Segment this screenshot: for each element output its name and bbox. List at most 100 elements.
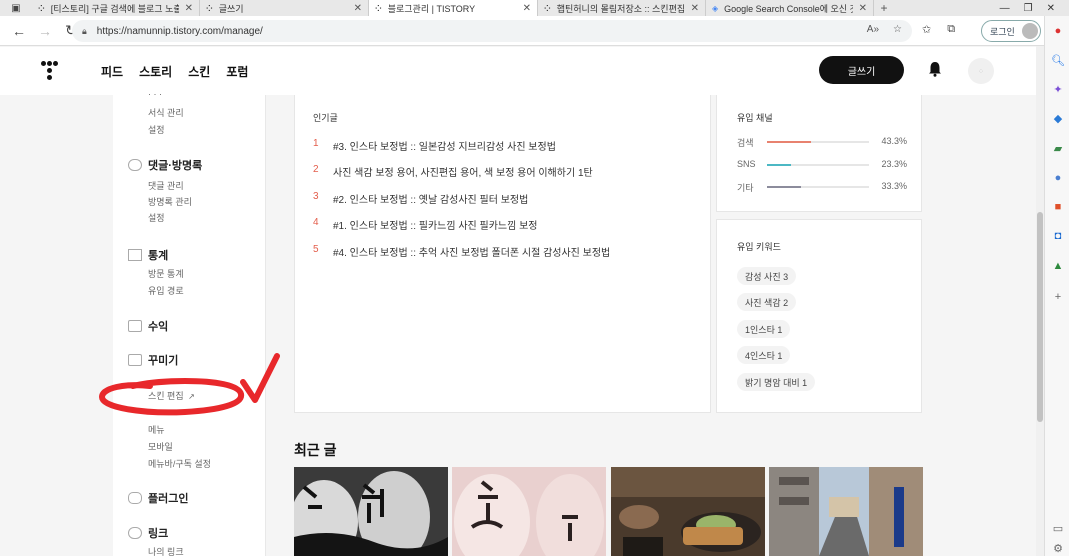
sidebar-item-menubar[interactable]: 메뉴바/구독 설정: [148, 457, 211, 470]
inflow-keyword-card: 유입 키워드 감성 사진 3 사진 색감 2 1인스타 1 4인스타 1 밝기 …: [716, 219, 922, 413]
close-icon[interactable]: ✕: [691, 3, 699, 14]
write-button[interactable]: 글쓰기: [819, 56, 904, 84]
sidebar-section-decorate[interactable]: 꾸미기: [128, 352, 178, 368]
sidebar-item-menu[interactable]: 메뉴: [148, 423, 165, 436]
keyword-chip[interactable]: 감성 사진 3: [737, 267, 797, 285]
sidebar-item-cutoff[interactable]: · · ·: [148, 89, 162, 99]
split-screen-icon[interactable]: ▭: [1051, 522, 1065, 536]
sidebar-item-comment-settings[interactable]: 설정: [148, 211, 165, 224]
browser-tab-3[interactable]: ⁘ 블로그관리 | TISTORY ✕: [369, 0, 538, 16]
collections-icon[interactable]: ⧉: [947, 23, 955, 36]
sidebar-section-comments[interactable]: 댓글·방명록: [128, 157, 202, 173]
recent-post-thumbnail[interactable]: [452, 467, 606, 556]
new-tab-icon[interactable]: +: [874, 0, 894, 16]
photo-bottles-pink: [452, 467, 606, 556]
read-aloud-icon[interactable]: A»: [867, 24, 879, 35]
forward-icon[interactable]: →: [32, 23, 58, 39]
sidebar-item-comment-manage[interactable]: 댓글 관리: [148, 179, 184, 192]
sidebar-section-revenue[interactable]: 수익: [128, 318, 168, 334]
tistory-favicon-icon: ⁘: [206, 3, 213, 13]
outlook-icon[interactable]: ◘: [1051, 229, 1065, 243]
photo-food: [611, 467, 765, 556]
keyword-chip[interactable]: 4인스타 1: [737, 346, 791, 364]
nav-story[interactable]: 스토리: [139, 63, 172, 80]
recent-post-thumbnail[interactable]: [769, 467, 923, 556]
popular-post-item[interactable]: 3 #2. 인스타 보정법 :: 옛날 감성사진 필터 보정법: [313, 191, 528, 206]
sidebar-item-guestbook-manage[interactable]: 방명록 관리: [148, 195, 192, 208]
sidebar-item-referrer[interactable]: 유입 경로: [148, 284, 184, 297]
channel-percent: 33.3%: [881, 181, 907, 191]
popular-post-item[interactable]: 2 사진 색감 보정 용어, 사진편집 용어, 색 보정 용어 이해하기 1탄: [313, 164, 593, 179]
bell-icon[interactable]: [928, 61, 942, 77]
chart-icon: [128, 249, 142, 261]
browser-tab-5[interactable]: ◈ Google Search Console에 오신 것 ✕: [706, 0, 874, 16]
recent-post-thumbnail[interactable]: [294, 467, 448, 556]
tools-icon[interactable]: ▰: [1051, 142, 1065, 156]
login-label: 로그인: [990, 26, 1015, 37]
popular-post-item[interactable]: 5 #4. 인스타 보정법 :: 추억 사진 보정법 폴더폰 시절 감성사진 보…: [313, 244, 610, 259]
add-icon[interactable]: +: [1051, 290, 1065, 304]
sidebar-item-template[interactable]: 서식 관리: [148, 106, 184, 119]
tree-icon[interactable]: ▲: [1051, 259, 1065, 273]
settings-icon[interactable]: ⚙: [1051, 542, 1065, 556]
profile-login-button[interactable]: 로그인: [981, 20, 1041, 42]
close-icon[interactable]: ✕: [354, 3, 362, 14]
notification-icon[interactable]: ●: [1051, 24, 1065, 38]
keyword-chip[interactable]: 1인스타 1: [737, 320, 791, 338]
restore-icon[interactable]: ❐: [1024, 3, 1033, 14]
profile-avatar[interactable]: ⁘: [968, 58, 994, 84]
office-icon[interactable]: ■: [1051, 200, 1065, 214]
page-scrollbar[interactable]: [1036, 46, 1044, 556]
nav-feed[interactable]: 피드: [101, 63, 123, 80]
rank-number: 1: [313, 138, 319, 149]
favorites-icon[interactable]: ✩: [922, 23, 931, 36]
nav-skin[interactable]: 스킨: [188, 63, 210, 80]
photo-street: [769, 467, 923, 556]
back-icon[interactable]: ←: [6, 23, 32, 39]
nav-forum[interactable]: 포럼: [226, 63, 248, 80]
sidebar-item-mobile[interactable]: 모바일: [148, 440, 173, 453]
url-field[interactable]: 🔒︎ https://namunnip.tistory.com/manage/ …: [72, 20, 912, 42]
channel-bar-fill: [767, 164, 791, 166]
close-icon[interactable]: ✕: [185, 3, 193, 14]
minimize-icon[interactable]: —: [1000, 3, 1010, 14]
browser-tab-4[interactable]: ⁘ 햅틴허니의 몰림저장소 :: 스킨편집 ✕: [538, 0, 706, 16]
favorite-add-icon[interactable]: ☆: [893, 24, 902, 35]
sidebar-item-settings[interactable]: 설정: [148, 123, 165, 136]
recent-post-thumbnail[interactable]: [611, 467, 765, 556]
search-icon[interactable]: 🔍︎: [1051, 54, 1065, 68]
section-title: 통계: [148, 250, 169, 262]
keyword-chip[interactable]: 밝기 명암 대비 1: [737, 373, 816, 391]
layout-icon: [128, 354, 142, 366]
tab-actions-icon[interactable]: ▣: [0, 0, 32, 16]
sidebar-item-my-links[interactable]: 나의 링크: [148, 545, 184, 556]
sidebar-item-visit-stats[interactable]: 방문 통계: [148, 267, 184, 280]
tistory-logo-icon[interactable]: [41, 61, 59, 81]
rank-number: 3: [313, 191, 319, 202]
sidebar-item-skin-edit[interactable]: 스킨 편집 ↗: [148, 389, 195, 402]
tag-icon[interactable]: ◆: [1051, 112, 1065, 126]
close-icon[interactable]: ✕: [523, 3, 531, 14]
link-icon: [128, 527, 142, 539]
sidebar-section-plugin[interactable]: 플러그인: [128, 490, 188, 506]
popular-post-item[interactable]: 1 #3. 인스타 보정법 :: 일본감성 지브리감성 사진 보정법: [313, 138, 556, 153]
tistory-favicon-icon: ⁘: [375, 3, 382, 13]
sidebar-section-link[interactable]: 링크: [128, 525, 168, 541]
edge-sidebar: ● 🔍︎ ✦ ◆ ▰ ● ■ ◘ ▲ + ▭ ⚙: [1044, 16, 1069, 556]
channel-bar-fill: [767, 141, 812, 143]
keyword-chip[interactable]: 사진 색감 2: [737, 293, 797, 311]
browser-tab-2[interactable]: ⁘ 글쓰기 ✕: [200, 0, 369, 16]
people-icon[interactable]: ●: [1051, 171, 1065, 185]
close-icon[interactable]: ✕: [859, 3, 867, 14]
copilot-icon[interactable]: ✦: [1051, 83, 1065, 97]
channel-label: 검색: [737, 138, 754, 148]
browser-tab-bar: ▣ ⁘ [티스토리] 구글 검색에 블로그 노출 ✕ ⁘ 글쓰기 ✕ ⁘ 블로그…: [0, 0, 1069, 16]
sidebar-section-stats[interactable]: 통계: [128, 247, 168, 263]
browser-tab-1[interactable]: ⁘ [티스토리] 구글 검색에 블로그 노출 ✕: [32, 0, 200, 16]
manage-sidebar: · · · 서식 관리 설정 댓글·방명록 댓글 관리 방명록 관리 설정 통계…: [113, 89, 266, 556]
channel-bar-track: [767, 164, 869, 166]
section-title: 플러그인: [148, 493, 189, 505]
close-window-icon[interactable]: ✕: [1047, 3, 1055, 14]
scroll-thumb[interactable]: [1037, 212, 1043, 422]
popular-post-item[interactable]: 4 #1. 인스타 보정법 :: 필카느낌 사진 필카느낌 보정: [313, 217, 538, 232]
